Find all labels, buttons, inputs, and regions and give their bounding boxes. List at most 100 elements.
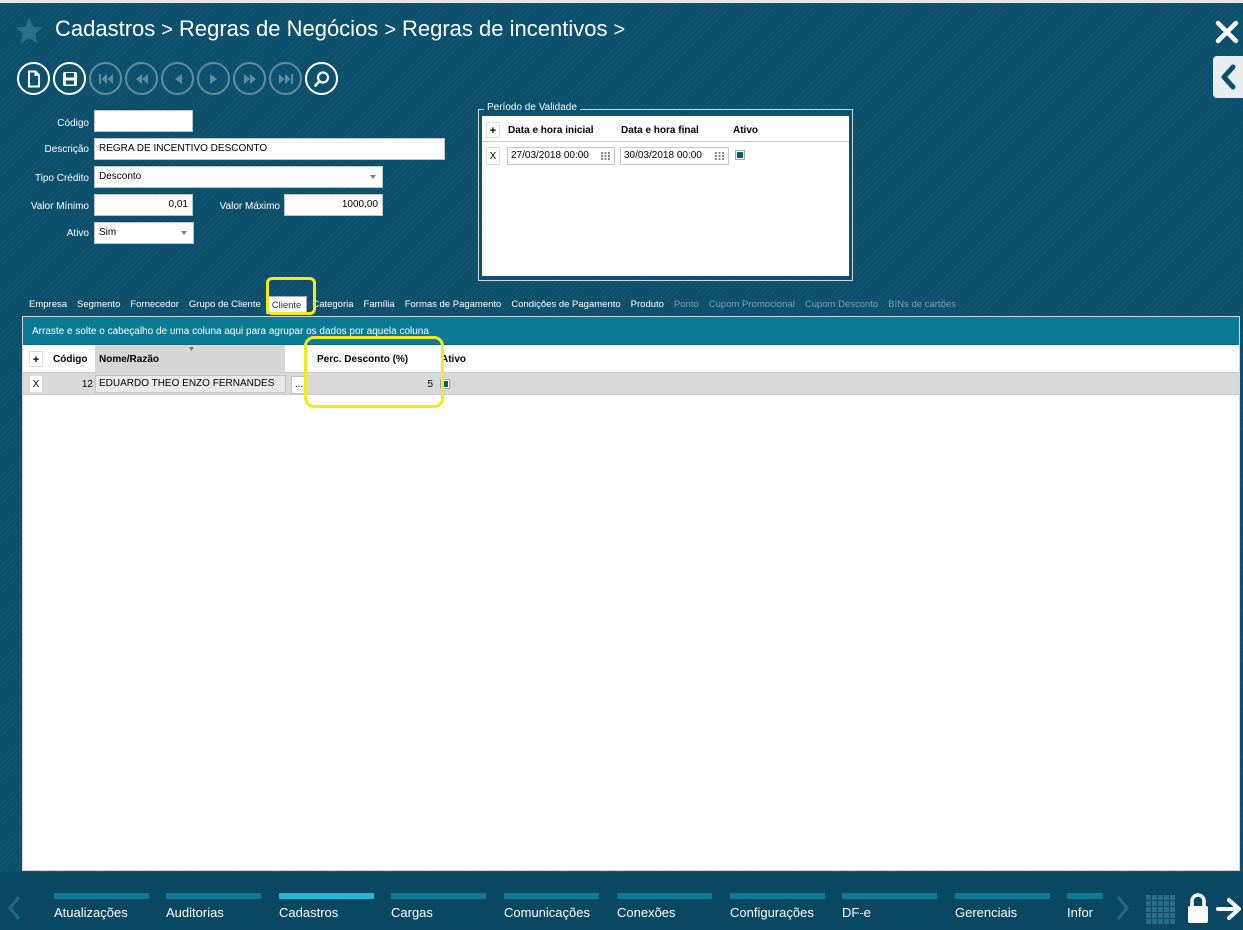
nav-indicator [1067, 893, 1103, 899]
start-datetime-value: 27/03/2018 00:00 [511, 150, 589, 161]
close-icon[interactable] [1213, 18, 1241, 46]
skip-first-icon [98, 73, 113, 84]
cell-codigo: 12 [81, 379, 93, 390]
detail-tabs: Empresa Segmento Fornecedor Grupo de Cli… [27, 296, 961, 314]
apps-grid-icon[interactable] [1146, 895, 1176, 925]
tab-produto[interactable]: Produto [626, 296, 669, 314]
nav-indicator [504, 893, 599, 899]
nav-indicator [842, 893, 937, 899]
breadcrumb-item-regras-incentivos[interactable]: Regras de incentivos [402, 16, 607, 42]
breadcrumb-separator: > [384, 19, 396, 41]
nav-label: Configurações [730, 905, 814, 920]
header-codigo[interactable]: Código [53, 354, 87, 365]
tab-formas-de-pagamento[interactable]: Formas de Pagamento [400, 296, 507, 314]
tab-grupo-de-cliente[interactable]: Grupo de Cliente [184, 296, 266, 314]
tipo-credito-select[interactable]: Desconto [94, 166, 383, 188]
bottom-nav: Atualizações Auditorias Cadastros Cargas… [0, 872, 1243, 930]
header-nome-sorted[interactable]: Nome/Razão [95, 345, 285, 373]
calendar-icon[interactable] [601, 152, 610, 160]
codigo-label: Código [57, 118, 89, 129]
valor-maximo-input[interactable]: 1000,00 [284, 194, 383, 216]
nav-indicator [391, 893, 486, 899]
tipo-credito-label: Tipo Crédito [34, 173, 89, 184]
chevron-down-icon [181, 231, 187, 235]
search-icon [313, 70, 329, 87]
descricao-input[interactable]: REGRA DE INCENTIVO DESCONTO [94, 138, 445, 160]
client-grid-panel: Arraste e solte o cabeçalho de uma colun… [22, 316, 1240, 871]
breadcrumb-item-cadastros[interactable]: Cadastros [55, 16, 155, 42]
start-datetime-input[interactable]: 27/03/2018 00:00 [507, 147, 615, 165]
end-datetime-input[interactable]: 30/03/2018 00:00 [620, 147, 729, 165]
search-button[interactable] [305, 62, 338, 95]
header-ativo[interactable]: Ativo [733, 125, 758, 136]
table-row[interactable]: X 12 EDUARDO THEO ENZO FERNANDES ... 5 [23, 373, 1239, 395]
client-grid-header: + Código Nome/Razão Perc. Desconto (%) A… [23, 345, 1239, 373]
header-data-inicial[interactable]: Data e hora inicial [508, 125, 594, 136]
rewind-icon [135, 73, 148, 84]
ativo-select[interactable]: Sim [94, 222, 194, 244]
nav-informacoes[interactable]: Infor [1067, 872, 1105, 930]
codigo-input[interactable] [94, 110, 193, 132]
validity-grid-header: + Data e hora inicial Data e hora final … [482, 116, 849, 142]
nav-label: Infor [1067, 905, 1094, 920]
breadcrumb: Cadastros > Regras de Negócios > Regras de i… [55, 16, 631, 42]
nav-label: Gerenciais [955, 905, 1018, 920]
tab-fornecedor[interactable]: Fornecedor [125, 296, 184, 314]
tipo-credito-value: Desconto [99, 171, 142, 182]
breadcrumb-separator: > [613, 19, 626, 41]
tab-bins-de-cartoes: BINs de cartões [888, 299, 956, 310]
valor-minimo-label: Valor Mínimo [30, 201, 89, 212]
first-record-button[interactable] [89, 62, 122, 95]
nav-label: Cargas [391, 905, 433, 920]
nav-label: Atualizações [54, 905, 128, 920]
calendar-icon[interactable] [715, 152, 724, 160]
lock-icon[interactable] [1186, 892, 1210, 924]
highlight-cliente-tab [266, 277, 316, 315]
validity-active-checkbox[interactable] [735, 150, 745, 160]
nav-indicator [166, 893, 261, 899]
collapse-panel-button[interactable] [1213, 56, 1243, 98]
cell-nome-input[interactable]: EDUARDO THEO ENZO FERNANDES [95, 375, 286, 393]
new-document-icon [27, 70, 40, 87]
header-nome: Nome/Razão [99, 354, 160, 365]
rewind-button[interactable] [125, 62, 158, 95]
remove-client-button[interactable]: X [29, 375, 43, 393]
favorite-star-icon[interactable] [14, 16, 44, 46]
tab-empresa[interactable]: Empresa [27, 296, 72, 314]
skip-last-icon [278, 73, 293, 84]
header-ativo[interactable]: Ativo [441, 354, 466, 365]
tab-ponto: Ponto [673, 299, 699, 310]
next-record-button[interactable] [197, 62, 230, 95]
nav-label: DF-e [842, 905, 871, 920]
tab-condicoes-de-pagamento[interactable]: Condições de Pagamento [506, 296, 625, 314]
record-toolbar [17, 62, 338, 95]
previous-record-button[interactable] [161, 62, 194, 95]
add-client-button[interactable]: + [29, 351, 43, 367]
new-record-button[interactable] [17, 62, 50, 95]
ativo-value: Sim [99, 227, 117, 238]
tab-familia[interactable]: Família [359, 296, 400, 314]
remove-validity-button[interactable]: X [486, 147, 500, 165]
play-left-icon [174, 73, 182, 84]
valor-minimo-input[interactable]: 0,01 [94, 194, 193, 216]
sort-indicator-icon [189, 347, 194, 351]
save-button[interactable] [53, 62, 86, 95]
nav-indicator [730, 893, 825, 899]
last-record-button[interactable] [269, 62, 302, 95]
chevron-down-icon [370, 175, 376, 179]
play-right-icon [209, 73, 217, 84]
chevron-left-icon[interactable] [6, 894, 22, 922]
end-datetime-value: 30/03/2018 00:00 [624, 150, 702, 161]
nav-label: Auditorias [166, 905, 224, 920]
group-by-drop-area[interactable]: Arraste e solte o cabeçalho de uma colun… [23, 317, 1239, 345]
add-validity-button[interactable]: + [486, 122, 500, 138]
logout-arrow-icon[interactable] [1216, 896, 1243, 922]
nav-indicator [617, 893, 712, 899]
nav-label: Conexões [617, 905, 676, 920]
breadcrumb-item-regras-negocios[interactable]: Regras de Negócios [179, 16, 378, 42]
fast-forward-button[interactable] [233, 62, 266, 95]
tab-segmento[interactable]: Segmento [72, 296, 125, 314]
header-data-final[interactable]: Data e hora final [621, 125, 699, 136]
descricao-label: Descrição [44, 144, 89, 155]
chevron-right-icon[interactable] [1115, 894, 1131, 922]
